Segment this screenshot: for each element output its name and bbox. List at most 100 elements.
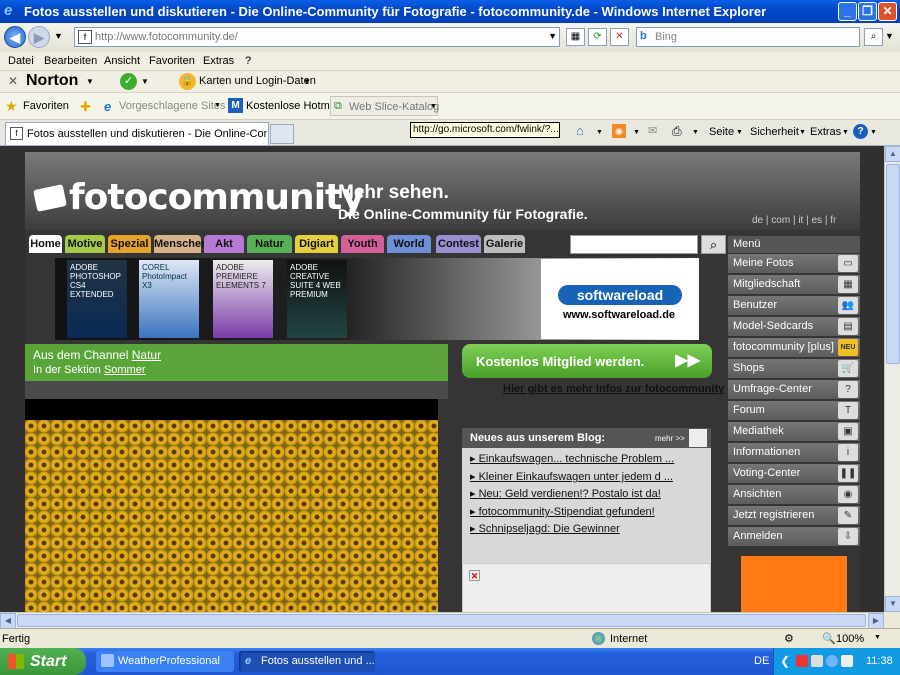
address-bar[interactable]: f http://www.fotocommunity.de/ ▼ xyxy=(74,27,560,47)
site-search-icon[interactable]: ⌕ xyxy=(701,235,726,254)
softwareload-ad[interactable]: softwareload www.softwareload.de xyxy=(541,259,697,339)
menu-item-plus[interactable]: fotocommunity [plus] NEU xyxy=(728,338,860,357)
menu-item-voting-center[interactable]: Voting-Center ❚❚ xyxy=(728,464,860,483)
zoom-dropdown-icon[interactable]: ▼ xyxy=(874,634,881,641)
blog-item[interactable]: ▸ Einkaufswagen... technische Problem ..… xyxy=(470,452,674,465)
nav-tab-world[interactable]: World xyxy=(387,235,431,253)
menu-item-umfrage-center[interactable]: Umfrage-Center? xyxy=(728,380,860,399)
new-tab-button[interactable] xyxy=(270,124,294,144)
join-button[interactable]: Kostenlos Mitglied werden. ▶▶ xyxy=(462,344,712,378)
mail-icon[interactable]: ✉ xyxy=(648,124,657,137)
menu-item-anmelden[interactable]: Anmelden ⇩ xyxy=(728,527,860,546)
home-icon[interactable]: ⌂ xyxy=(576,123,584,138)
featured-photo[interactable] xyxy=(25,420,438,612)
check-icon[interactable]: ✓ xyxy=(120,73,137,90)
blog-item[interactable]: ▸ Schnipseljagd: Die Gewinner xyxy=(470,522,620,535)
nav-tab-motive[interactable]: Motive xyxy=(65,235,105,253)
vertical-scrollbar[interactable]: ▲ ▼ xyxy=(884,146,900,612)
start-button[interactable]: Start xyxy=(0,648,86,675)
help-icon[interactable]: ? xyxy=(853,124,868,139)
nav-tab-digiart[interactable]: Digiart xyxy=(295,235,338,253)
menu-item-mitgliedschaft[interactable]: Mitgliedschaft ▦ xyxy=(728,275,860,294)
blog-item[interactable]: ▸ fotocommunity-Stipendiat gefunden! xyxy=(470,505,655,518)
menu-bearbeiten[interactable]: Bearbeiten xyxy=(44,55,97,67)
taskbar-ie[interactable]: e Fotos ausstellen und ... xyxy=(239,651,375,672)
feeds-icon[interactable]: ◉ xyxy=(612,124,626,138)
suggested-sites-link[interactable]: Vorgeschlagene Sites xyxy=(119,100,225,112)
menu-item-meine-fotos[interactable]: Meine Fotos ▭ xyxy=(728,254,860,273)
menu-item-shops[interactable]: Shops 🛒 xyxy=(728,359,860,378)
safety-menu[interactable]: Sicherheit xyxy=(750,126,799,138)
section-link[interactable]: Sommer xyxy=(104,364,146,376)
blog-item[interactable]: ▸ Kleiner Einkaufswagen unter jedem d ..… xyxy=(470,470,673,483)
scroll-right-icon[interactable]: ▶ xyxy=(868,613,884,629)
tray-icon[interactable] xyxy=(796,655,808,667)
tray-back-icon[interactable]: ❮ xyxy=(780,654,790,668)
feeds-dropdown-icon[interactable]: ▼ xyxy=(633,129,640,136)
norton-dropdown-icon[interactable]: ▼ xyxy=(86,77,94,86)
nav-tab-youth[interactable]: Youth xyxy=(341,235,384,253)
language-switcher[interactable]: de | com | it | es | fr xyxy=(752,215,836,226)
nav-tab-contest[interactable]: Contest xyxy=(436,235,481,253)
zoom-level[interactable]: 100% xyxy=(836,633,864,645)
input-language[interactable]: DE xyxy=(754,655,769,667)
vertical-scroll-thumb[interactable] xyxy=(886,164,900,364)
nav-tab-menschen[interactable]: Menschen xyxy=(154,235,208,253)
refresh-icon[interactable]: ⟳ xyxy=(588,28,607,46)
compatibility-icon[interactable]: ▦ xyxy=(566,28,585,46)
identity-dropdown-icon[interactable]: ▼ xyxy=(303,77,311,86)
horizontal-scrollbar[interactable]: ◀ ▶ xyxy=(0,612,884,629)
site-search-input[interactable] xyxy=(570,235,698,254)
norton-brand[interactable]: Norton xyxy=(26,72,78,90)
ad-banner[interactable]: ADOBE PHOTOSHOP CS4 EXTENDED COREL Photo… xyxy=(55,258,699,340)
close-button[interactable]: ✕ xyxy=(878,2,897,21)
home-dropdown-icon[interactable]: ▼ xyxy=(596,129,603,136)
protected-mode-icon[interactable]: ⚙ xyxy=(784,632,794,645)
tab-active[interactable]: f Fotos ausstellen und diskutieren - Die… xyxy=(5,122,269,145)
menu-extras[interactable]: Extras xyxy=(203,55,234,67)
close-toolbar-icon[interactable]: ✕ xyxy=(8,74,18,88)
menu-help[interactable]: ? xyxy=(245,55,251,67)
nav-tab-natur[interactable]: Natur xyxy=(247,235,292,253)
search-options-icon[interactable]: ▼ xyxy=(885,31,894,41)
horizontal-scroll-thumb[interactable] xyxy=(17,614,866,627)
print-icon[interactable]: ⎙ xyxy=(672,124,682,139)
more-info-link[interactable]: Hier gibt es mehr Infos zur fotocommunit… xyxy=(503,383,724,395)
nav-tab-galerie[interactable]: Galerie xyxy=(484,235,525,253)
search-box[interactable]: b Bing xyxy=(636,27,860,47)
taskbar-weather[interactable]: WeatherProfessional xyxy=(96,651,234,672)
scroll-up-icon[interactable]: ▲ xyxy=(885,146,900,162)
menu-ansicht[interactable]: Ansicht xyxy=(104,55,140,67)
blog-item[interactable]: ▸ Neu: Geld verdienen!? Postalo ist da! xyxy=(470,487,661,500)
nav-tab-akt[interactable]: Akt xyxy=(204,235,244,253)
check-dropdown-icon[interactable]: ▼ xyxy=(141,77,149,86)
site-logo[interactable]: fotocommunity xyxy=(69,177,365,218)
channel-link[interactable]: Natur xyxy=(132,348,161,362)
scroll-left-icon[interactable]: ◀ xyxy=(0,613,16,629)
tools-dropdown-icon[interactable]: ▼ xyxy=(842,129,849,136)
back-button[interactable]: ◀ xyxy=(4,26,26,48)
page-menu[interactable]: Seite xyxy=(709,126,734,138)
nav-tab-home[interactable]: Home xyxy=(29,235,62,253)
address-dropdown-icon[interactable]: ▼ xyxy=(548,31,557,41)
web-slice-button[interactable]: ⧉ Web Slice-Katalog ▼ xyxy=(330,96,439,116)
blog-more-link[interactable]: mehr >> xyxy=(655,434,685,443)
menu-item-informationen[interactable]: Informationen i xyxy=(728,443,860,462)
hotmail-link[interactable]: Kostenlose Hotmail xyxy=(246,100,341,112)
maximize-button[interactable]: ❐ xyxy=(858,2,877,21)
identity-safe-label[interactable]: Karten und Login-Daten xyxy=(199,75,316,87)
suggested-dropdown-icon[interactable]: ▼ xyxy=(214,102,221,109)
tray-icon[interactable] xyxy=(841,655,853,667)
menu-datei[interactable]: Datei xyxy=(8,55,34,67)
menu-item-model-sedcards[interactable]: Model-Sedcards ▤ xyxy=(728,317,860,336)
safety-dropdown-icon[interactable]: ▼ xyxy=(799,129,806,136)
scroll-down-icon[interactable]: ▼ xyxy=(885,596,900,612)
history-dropdown-icon[interactable]: ▼ xyxy=(54,31,63,41)
page-dropdown-icon[interactable]: ▼ xyxy=(736,129,743,136)
favorites-button[interactable]: Favoriten xyxy=(23,100,69,112)
add-favorite-icon[interactable]: ✚ xyxy=(80,99,91,115)
nav-tab-spezial[interactable]: Spezial xyxy=(108,235,151,253)
search-icon[interactable]: ⌕ xyxy=(864,28,883,46)
tools-menu[interactable]: Extras xyxy=(810,126,841,138)
menu-item-registrieren[interactable]: Jetzt registrieren ✎ xyxy=(728,506,860,525)
